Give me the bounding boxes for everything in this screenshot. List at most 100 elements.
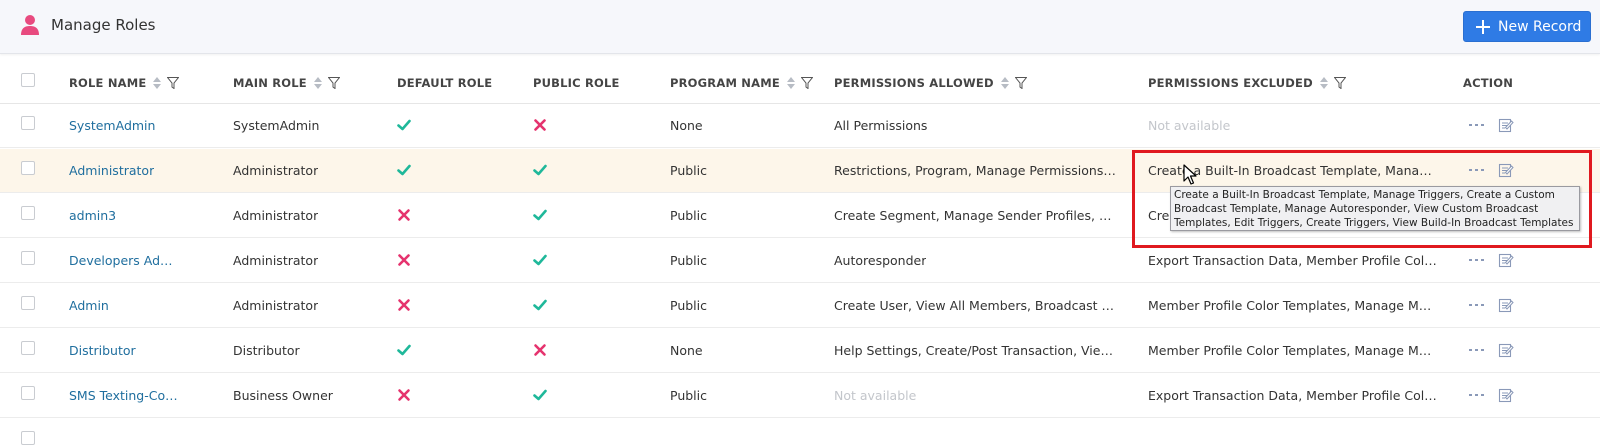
edit-icon[interactable]	[1498, 297, 1514, 313]
permissions-allowed: Autoresponder	[834, 253, 927, 268]
more-dots-icon[interactable]	[1469, 394, 1487, 398]
role-name-link[interactable]: SMS Texting-Cop…	[69, 388, 179, 404]
more-dots-icon[interactable]	[1469, 124, 1487, 128]
check-icon	[533, 207, 547, 221]
role-name-link[interactable]: Distributor	[69, 343, 136, 359]
program-name: None	[670, 118, 703, 133]
main-role: Business Owner	[233, 388, 333, 403]
cross-icon	[397, 387, 411, 401]
sort-icon[interactable]	[1000, 76, 1009, 90]
sort-icon[interactable]	[786, 76, 795, 90]
edit-icon[interactable]	[1498, 387, 1514, 403]
cross-icon	[533, 342, 547, 356]
filter-icon[interactable]	[800, 77, 813, 89]
plus-icon	[1476, 19, 1490, 34]
user-icon	[21, 15, 39, 35]
row-checkbox[interactable]	[21, 116, 35, 130]
page-header: Manage Roles New Record	[0, 0, 1600, 54]
check-icon	[533, 252, 547, 266]
sort-icon[interactable]	[153, 76, 162, 90]
program-name: Public	[670, 163, 707, 178]
program-name: None	[670, 343, 703, 358]
cross-icon	[397, 207, 411, 221]
col-permissions-excluded-label: PERMISSIONS EXCLUDED	[1148, 76, 1313, 90]
mouse-cursor-icon	[1183, 164, 1197, 185]
program-name: Public	[670, 388, 707, 403]
role-name-link[interactable]: SystemAdmin	[69, 118, 155, 134]
permissions-allowed: Help Settings, Create/Post Transaction, …	[834, 343, 1119, 358]
permissions-excluded: Member Profile Color Templates, Manage M…	[1148, 298, 1438, 313]
more-dots-icon[interactable]	[1469, 349, 1487, 353]
cross-icon	[533, 117, 547, 131]
table-row: SystemAdmin SystemAdmin None All Permission…	[0, 104, 1600, 148]
permissions-allowed: Create Segment, Manage Sender Profiles, …	[834, 208, 1119, 223]
col-default-role-label: DEFAULT ROLE	[397, 76, 493, 90]
program-name: Public	[670, 253, 707, 268]
col-role-name[interactable]: ROLE NAME	[69, 76, 180, 90]
table-row: Distributor Distributor None Help Settings,…	[0, 329, 1600, 373]
main-role: SystemAdmin	[233, 118, 320, 133]
col-permissions-excluded[interactable]: PERMISSIONS EXCLUDED	[1148, 76, 1346, 90]
more-dots-icon[interactable]	[1469, 259, 1487, 263]
more-dots-icon[interactable]	[1469, 304, 1487, 308]
row-checkbox[interactable]	[21, 341, 35, 355]
permissions-excluded: Not available	[1148, 118, 1231, 133]
edit-icon[interactable]	[1498, 117, 1514, 133]
sort-icon[interactable]	[1319, 76, 1328, 90]
main-role: Administrator	[233, 208, 319, 223]
permissions-allowed: Not available	[834, 388, 917, 403]
row-checkbox[interactable]	[21, 386, 35, 400]
filter-icon[interactable]	[167, 77, 180, 89]
check-icon	[397, 162, 411, 176]
program-name: Public	[670, 208, 707, 223]
edit-icon[interactable]	[1498, 342, 1514, 358]
check-icon	[533, 162, 547, 176]
col-public-role: PUBLIC ROLE	[533, 76, 620, 90]
permissions-excluded: Export Transaction Data, Member Profile …	[1148, 388, 1438, 403]
row-checkbox[interactable]	[21, 206, 35, 220]
filter-icon[interactable]	[1014, 77, 1027, 89]
row-checkbox[interactable]	[21, 431, 35, 445]
filter-icon[interactable]	[1333, 77, 1346, 89]
permissions-excluded: Member Profile Color Templates, Manage M…	[1148, 343, 1438, 358]
row-checkbox[interactable]	[21, 251, 35, 265]
col-program-name[interactable]: PROGRAM NAME	[670, 76, 813, 90]
row-checkbox[interactable]	[21, 296, 35, 310]
row-checkbox[interactable]	[21, 161, 35, 175]
permissions-allowed: Create User, View All Members, Broadcast…	[834, 298, 1119, 313]
new-record-label: New Record	[1498, 18, 1582, 35]
main-role: Administrator	[233, 253, 319, 268]
col-action-label: ACTION	[1463, 76, 1514, 90]
select-all-checkbox[interactable]	[21, 73, 35, 87]
program-name: Public	[670, 298, 707, 313]
role-name-link[interactable]: Developers Admin	[69, 253, 179, 269]
main-role: Administrator	[233, 163, 319, 178]
col-main-role-label: MAIN ROLE	[233, 76, 307, 90]
sort-icon[interactable]	[313, 76, 322, 90]
main-role: Distributor	[233, 343, 300, 358]
check-icon	[533, 387, 547, 401]
cross-icon	[397, 297, 411, 311]
edit-icon[interactable]	[1498, 252, 1514, 268]
col-role-name-label: ROLE NAME	[69, 76, 147, 90]
filter-icon[interactable]	[327, 77, 340, 89]
main-role: Administrator	[233, 298, 319, 313]
col-action: ACTION	[1463, 76, 1513, 90]
col-default-role: DEFAULT ROLE	[397, 76, 492, 90]
table-row: Admin Administrator Public Create User, Vie…	[0, 284, 1600, 328]
col-permissions-allowed-label: PERMISSIONS ALLOWED	[834, 76, 994, 90]
check-icon	[397, 117, 411, 131]
cross-icon	[397, 252, 411, 266]
check-icon	[533, 297, 547, 311]
check-icon	[397, 342, 411, 356]
role-name-link[interactable]: admin3	[69, 208, 116, 224]
permissions-allowed: All Permissions	[834, 118, 928, 133]
role-name-link[interactable]: Admin	[69, 298, 109, 314]
permissions-allowed: Restrictions, Program, Manage Permission…	[834, 163, 1119, 178]
permissions-excluded: Export Transaction Data, Member Profile …	[1148, 253, 1438, 268]
col-program-name-label: PROGRAM NAME	[670, 76, 780, 90]
new-record-button[interactable]: New Record	[1463, 11, 1591, 42]
role-name-link[interactable]: Administrator	[69, 163, 154, 179]
col-permissions-allowed[interactable]: PERMISSIONS ALLOWED	[834, 76, 1027, 90]
col-main-role[interactable]: MAIN ROLE	[233, 76, 340, 90]
